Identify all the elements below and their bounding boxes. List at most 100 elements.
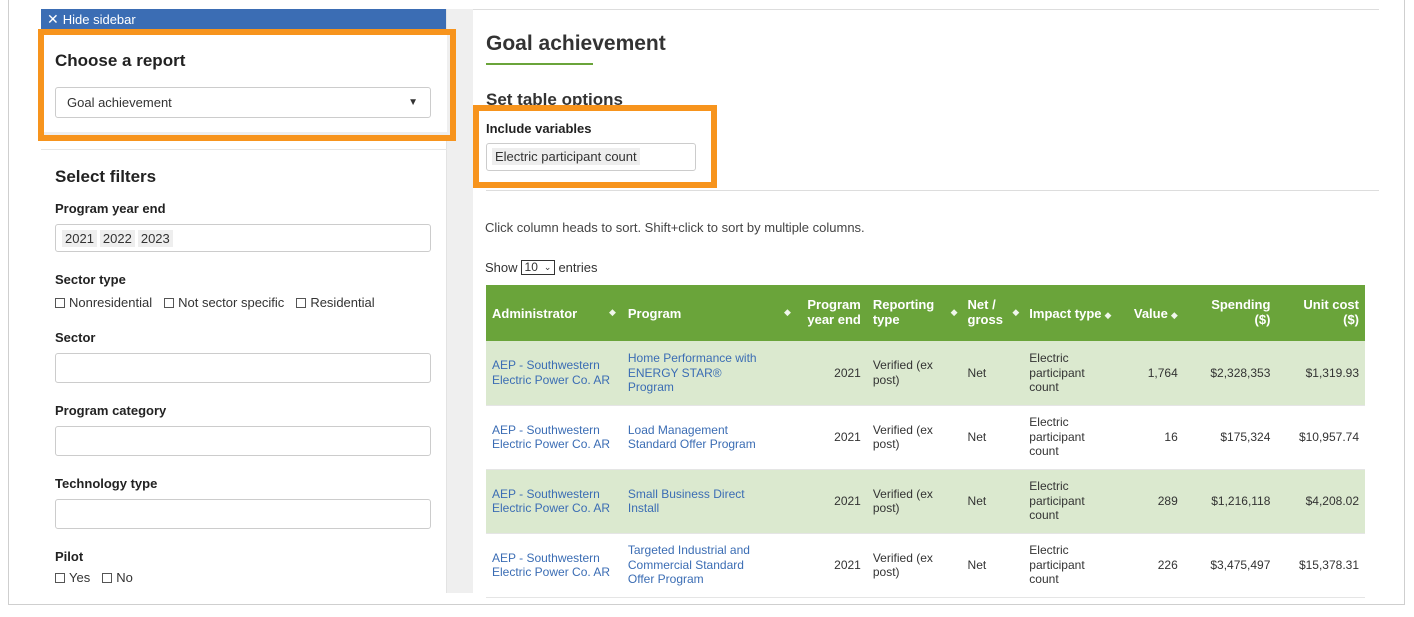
cell-net-gross: Net (961, 405, 1024, 470)
program-category-input[interactable] (55, 426, 431, 456)
checkbox-label: Nonresidential (69, 295, 153, 310)
col-net-gross[interactable]: Net / gross ◆ (961, 285, 1024, 341)
cell-year: 2021 (796, 405, 867, 470)
chevron-down-icon: ⌄ (543, 262, 552, 272)
checkbox-icon[interactable] (55, 573, 65, 583)
results-table: Administrator ◆ Program ◆ Program year end … (486, 285, 1365, 598)
program-category-label: Program category (55, 403, 167, 418)
cell-program[interactable]: Home Performance with ENERGY STAR® Program (621, 341, 797, 406)
checkbox-label: Residential (310, 295, 375, 310)
checkbox-nonresidential[interactable]: Nonresidential (55, 295, 152, 310)
cell-year: 2021 (796, 533, 867, 598)
cell-program[interactable]: Small Business Direct Install (621, 469, 797, 534)
sort-icon: ◆ (783, 307, 791, 317)
hide-sidebar-button[interactable]: ✕ Hide sidebar (41, 9, 446, 29)
header-label: Program (627, 305, 682, 321)
sort-hint: Click column heads to sort. Shift+click … (485, 220, 865, 235)
cell-administrator[interactable]: AEP - Southwestern Electric Power Co. AR (486, 469, 622, 534)
report-heading: Choose a report (55, 51, 186, 70)
header-label: ($) (1254, 312, 1271, 327)
cell-program[interactable]: Load Management Standard Offer Program (621, 405, 797, 470)
title-underline (486, 63, 593, 65)
sort-icon: ◆ (1012, 307, 1020, 317)
col-value[interactable]: Value ◆ (1126, 285, 1184, 341)
report-select-value: Goal achievement (67, 95, 172, 110)
report-select[interactable]: Goal achievement ▼ (55, 87, 431, 118)
hide-sidebar-label: Hide sidebar (62, 12, 136, 27)
col-program[interactable]: Program ◆ (621, 285, 797, 341)
header-label: Reporting (872, 297, 935, 313)
year-tag[interactable]: 2022 (99, 229, 135, 247)
header-label: Impact type (1029, 305, 1102, 321)
checkbox-residential[interactable]: Residential (296, 295, 375, 310)
entries-label: entries (558, 260, 598, 275)
table-options-heading: Set table options (486, 90, 623, 109)
entries-select[interactable]: 10 ⌄ (520, 260, 556, 275)
cell-reporting-type: Verified (ex post) (866, 341, 962, 406)
header-label: Program (807, 297, 861, 313)
cell-administrator[interactable]: AEP - Southwestern Electric Power Co. AR (486, 533, 622, 598)
year-tag[interactable]: 2021 (62, 229, 97, 247)
page-title: Goal achievement (486, 32, 666, 55)
cell-program[interactable]: Targeted Industrial and Commercial Standa… (621, 533, 797, 598)
cell-impact-type: Electric participant count (1023, 405, 1127, 470)
cell-net-gross: Net (961, 341, 1024, 406)
cell-reporting-type: Verified (ex post) (866, 469, 962, 534)
header-label: type (872, 312, 900, 327)
sidebar-divider (41, 132, 447, 140)
col-reporting-type[interactable]: Reporting type ◆ (866, 285, 962, 341)
report-chooser: Choose a report Goal achievement ▼ (41, 31, 447, 141)
entries-value: 10 (524, 260, 538, 274)
cell-impact-type: Electric participant count (1023, 533, 1127, 598)
cell-unit-cost: $10,957.74 (1276, 405, 1365, 470)
table-row: AEP - Southwestern Electric Power Co. AR … (486, 405, 1365, 470)
checkbox-pilot-no[interactable]: No (102, 570, 133, 585)
cell-unit-cost: $15,378.31 (1276, 533, 1365, 598)
header-label: gross (967, 312, 1003, 327)
header-label: Unit cost (1303, 297, 1359, 313)
sector-type-checkboxes: Nonresidential Not sector specific Resid… (55, 295, 433, 310)
show-label: Show (485, 260, 518, 275)
col-spending[interactable]: Spending ($) (1183, 285, 1277, 341)
col-administrator[interactable]: Administrator ◆ (486, 285, 622, 341)
cell-reporting-type: Verified (ex post) (866, 405, 962, 470)
col-unit-cost[interactable]: Unit cost ($) (1276, 285, 1365, 341)
checkbox-icon[interactable] (102, 573, 113, 583)
checkbox-icon[interactable] (296, 298, 307, 308)
filters-heading: Select filters (55, 167, 157, 186)
include-variables-input[interactable]: Electric participant count (486, 143, 696, 171)
header-label: ($) (1343, 312, 1359, 327)
year-tag[interactable]: 2023 (137, 229, 173, 247)
header-label: Administrator (492, 305, 578, 321)
cell-reporting-type: Verified (ex post) (866, 533, 962, 598)
variable-tag[interactable]: Electric participant count (492, 148, 640, 165)
checkbox-pilot-yes[interactable]: Yes (55, 570, 90, 585)
pilot-label: Pilot (55, 549, 84, 564)
cell-administrator[interactable]: AEP - Southwestern Electric Power Co. AR (486, 341, 622, 406)
col-program-year-end[interactable]: Program year end (796, 285, 867, 341)
col-impact-type[interactable]: Impact type ◆ (1023, 285, 1127, 341)
sector-input[interactable] (55, 353, 431, 383)
header-label: year end (807, 312, 861, 327)
caret-down-icon: ▼ (408, 97, 418, 108)
cell-impact-type: Electric participant count (1023, 341, 1127, 406)
program-year-input[interactable]: 2021 2022 2023 (55, 224, 431, 252)
table-row: AEP - Southwestern Electric Power Co. AR … (486, 341, 1365, 406)
table-row: AEP - Southwestern Electric Power Co. AR … (486, 533, 1365, 598)
header-label: Net / (967, 297, 996, 313)
cell-net-gross: Net (961, 533, 1024, 598)
cell-impact-type: Electric participant count (1023, 469, 1127, 534)
checkbox-icon[interactable] (55, 298, 65, 308)
sort-icon: ◆ (608, 307, 616, 317)
divider (486, 190, 1379, 191)
checkbox-icon[interactable] (164, 298, 175, 308)
sidebar: ✕ Hide sidebar Choose a report Goal achie… (41, 9, 447, 593)
main-panel: Goal achievement Set table options Inclu… (473, 9, 1379, 598)
checkbox-not-sector-specific[interactable]: Not sector specific (164, 295, 284, 310)
cell-value: 226 (1126, 533, 1184, 598)
include-variables-label: Include variables (486, 121, 592, 136)
technology-type-input[interactable] (55, 499, 431, 529)
cell-spending: $2,328,353 (1183, 341, 1277, 406)
panel-gutter (447, 9, 473, 593)
cell-administrator[interactable]: AEP - Southwestern Electric Power Co. AR (486, 405, 622, 470)
